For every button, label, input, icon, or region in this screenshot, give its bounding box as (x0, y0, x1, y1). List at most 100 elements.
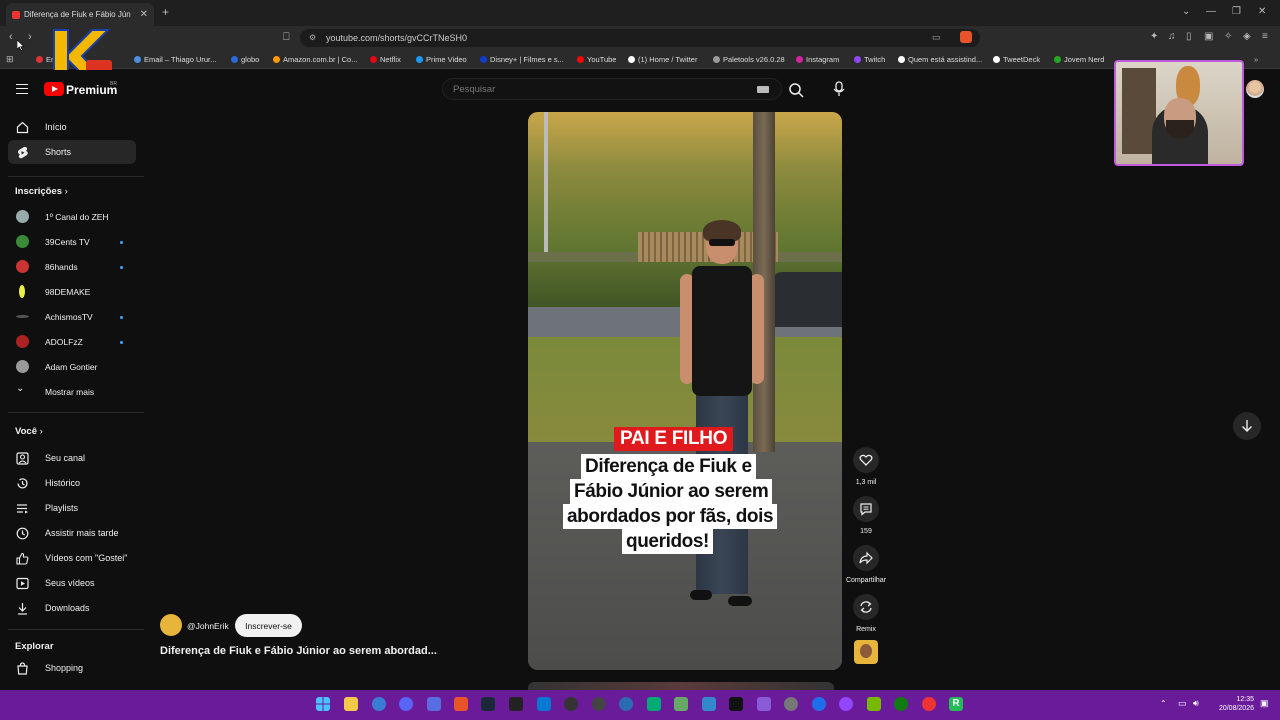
sidebar-item-your-videos[interactable]: Seus vídeos (8, 571, 136, 595)
app-icon[interactable] (372, 697, 386, 711)
remix-button[interactable] (853, 594, 879, 620)
app-icon[interactable] (427, 697, 441, 711)
short-title[interactable]: Diferença de Fiuk e Fábio Júnior ao sere… (160, 645, 437, 657)
file-explorer-icon[interactable] (344, 697, 358, 711)
vpn-icon[interactable]: ◈ (1243, 31, 1251, 42)
show-more-button[interactable]: ⌄ Mostrar mais (16, 383, 128, 403)
app-icon[interactable]: R (949, 697, 963, 711)
cast-icon[interactable]: ▭ (932, 32, 941, 43)
sidebar-item-shorts[interactable]: Shorts (8, 140, 136, 164)
subscription-item[interactable]: 86hands (16, 258, 128, 278)
search-icon[interactable] (788, 82, 804, 98)
app-icon[interactable] (564, 697, 578, 711)
bookmark[interactable]: TweetDeck (993, 55, 1040, 64)
app-icon[interactable] (757, 697, 771, 711)
close-tab-icon[interactable]: ✕ (140, 9, 148, 20)
youtube-logo-icon[interactable] (44, 82, 64, 96)
brave-icon[interactable] (454, 697, 468, 711)
tab-list-icon[interactable]: ⌄ (1182, 6, 1190, 17)
new-tab-icon[interactable]: + (162, 5, 169, 19)
brave-shield-icon[interactable] (960, 31, 972, 43)
sidebar-item-home[interactable]: Início (8, 115, 136, 139)
sidebar-item-playlists[interactable]: Playlists (8, 496, 136, 520)
bookmark[interactable]: globo (231, 55, 259, 64)
audio-channel-thumbnail[interactable] (854, 640, 878, 664)
volume-icon[interactable]: 🔊︎ (1193, 698, 1199, 709)
subscription-item[interactable]: 1º Canal do ZEH (16, 208, 128, 228)
you-heading[interactable]: Você › (15, 426, 43, 437)
xbox-icon[interactable] (894, 697, 908, 711)
maximize-icon[interactable]: ❐ (1232, 6, 1241, 17)
app-icon[interactable] (812, 697, 826, 711)
channel-handle[interactable]: @JohnErik (187, 621, 229, 631)
more-bookmarks-icon[interactable]: » (1254, 55, 1258, 64)
next-short-button[interactable] (1233, 412, 1261, 440)
app-icon[interactable] (619, 697, 633, 711)
close-window-icon[interactable]: ✕ (1258, 6, 1266, 17)
search-input[interactable]: Pesquisar (442, 78, 782, 100)
nvidia-icon[interactable] (867, 697, 881, 711)
taskbar-clock[interactable]: 12:35 20/08/2026 (1210, 695, 1254, 713)
forward-icon[interactable]: › (28, 31, 32, 43)
tray-chevron-icon[interactable]: ⌃ (1160, 699, 1167, 708)
media-icon[interactable]: ♫ (1168, 31, 1176, 42)
app-icon[interactable] (647, 697, 661, 711)
menu-hamburger-icon[interactable] (16, 84, 28, 94)
short-video-player[interactable] (528, 112, 842, 670)
bookmark[interactable]: Jovem Nerd (1054, 55, 1104, 64)
account-avatar[interactable] (1246, 80, 1264, 98)
terminal-icon[interactable] (509, 697, 523, 711)
network-icon[interactable]: ▭ (1178, 698, 1187, 709)
microphone-icon[interactable] (832, 81, 846, 97)
sidebar-item-shopping[interactable]: Shopping (8, 656, 136, 680)
extensions-icon[interactable]: ✦ (1150, 31, 1158, 42)
next-short-preview[interactable] (528, 682, 834, 690)
browser-tab[interactable]: Diferença de Fiuk e Fábio Jún ✕ (6, 3, 154, 26)
bookmark[interactable]: (1) Home / Twitter (628, 55, 697, 64)
bookmark[interactable]: Amazon.com.br | Co... (273, 55, 357, 64)
start-icon[interactable] (316, 697, 330, 711)
subscription-item[interactable]: ADOLFzZ (16, 333, 128, 353)
bookmark[interactable]: Instagram (796, 55, 839, 64)
minimize-icon[interactable]: — (1206, 6, 1216, 17)
site-info-icon[interactable]: ⚙ (309, 33, 316, 42)
bookmark[interactable]: Email – Thiago Urur... (134, 55, 216, 64)
sidebar-item-your-channel[interactable]: Seu canal (8, 446, 136, 470)
app-icon[interactable] (674, 697, 688, 711)
sidebar-item-liked-videos[interactable]: Vídeos com "Gostei" (8, 546, 136, 570)
sidebar-toggle-icon[interactable]: ▯ (1186, 31, 1192, 42)
bookmark[interactable]: Twitch (854, 55, 885, 64)
subscriptions-heading[interactable]: Inscrições › (15, 186, 68, 197)
bookmark[interactable]: Netflix (370, 55, 401, 64)
apps-icon[interactable]: ⊞ (6, 54, 14, 65)
app-icon[interactable] (729, 697, 743, 711)
leo-icon[interactable]: ✧ (1224, 31, 1232, 42)
subscription-item[interactable]: 98DEMAKE (16, 283, 128, 303)
comments-button[interactable] (853, 496, 879, 522)
sidebar-item-downloads[interactable]: Downloads (8, 596, 136, 620)
channel-avatar[interactable] (160, 614, 182, 636)
bookmark[interactable]: Disney+ | Filmes e s... (480, 55, 564, 64)
steam-icon[interactable] (481, 697, 495, 711)
bookmark-page-icon[interactable]: ⎕ (283, 31, 290, 44)
sidebar-item-history[interactable]: Histórico (8, 471, 136, 495)
like-button[interactable] (853, 447, 879, 473)
subscription-item[interactable]: Adam Gontier (16, 358, 128, 378)
bookmark[interactable]: Prime Video (416, 55, 467, 64)
subscription-item[interactable]: 39Cents TV (16, 233, 128, 253)
app-icon[interactable] (702, 697, 716, 711)
notifications-icon[interactable]: ▣ (1260, 698, 1269, 709)
subscribe-button[interactable]: Inscrever-se (235, 614, 302, 637)
bookmark[interactable]: YouTube (577, 55, 616, 64)
app-icon[interactable] (537, 697, 551, 711)
bookmark[interactable]: Quem está assistind... (898, 55, 982, 64)
app-icon[interactable] (839, 697, 853, 711)
app-icon[interactable] (784, 697, 798, 711)
subscription-item[interactable]: AchismosTV (16, 308, 128, 328)
sidebar-item-watch-later[interactable]: Assistir mais tarde (8, 521, 136, 545)
bookmark[interactable]: Paletools v26.0.28 (713, 55, 785, 64)
wallet-icon[interactable]: ▣ (1204, 31, 1213, 42)
obs-icon[interactable] (592, 697, 606, 711)
menu-icon[interactable]: ≡ (1262, 31, 1268, 42)
address-bar[interactable]: youtube.com/shorts/gvCCrTNeSH0 (300, 29, 980, 47)
